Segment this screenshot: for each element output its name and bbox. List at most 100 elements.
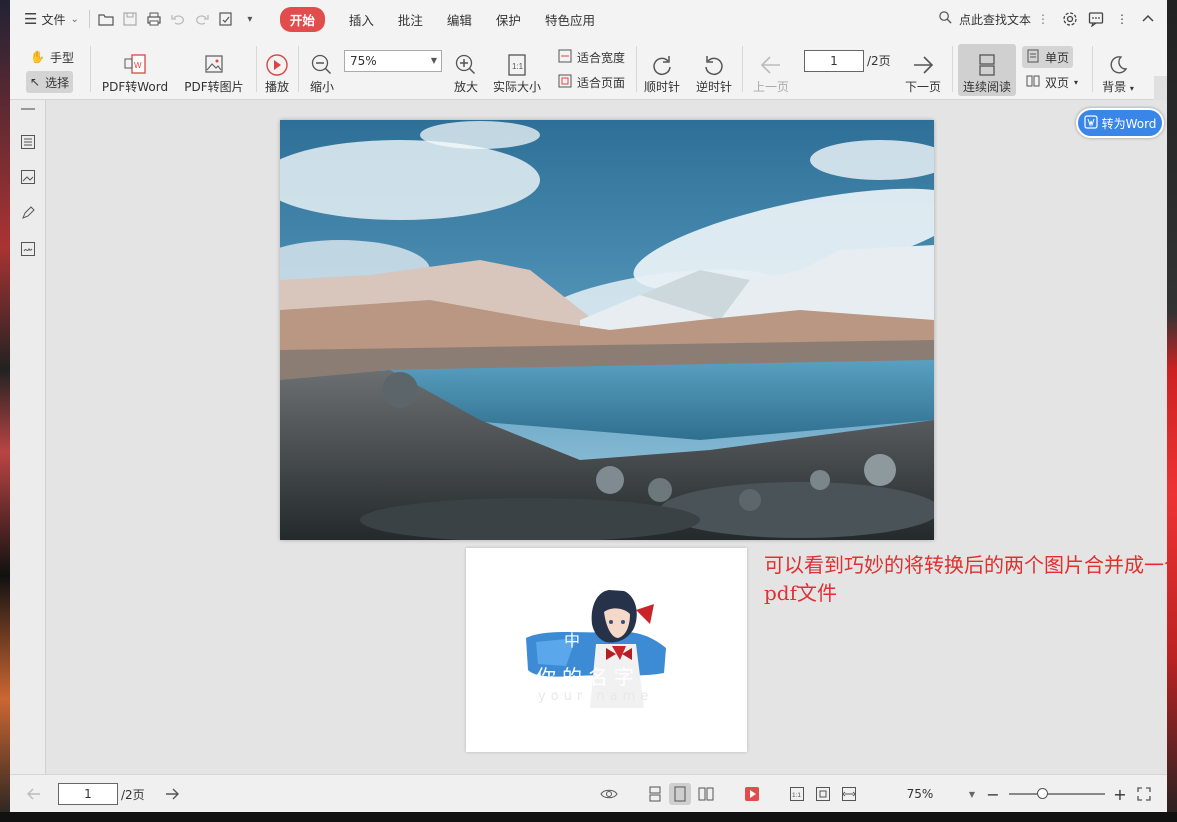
tab-start[interactable]: 开始: [268, 0, 337, 38]
menu-right-group: 点此查找文本 ⋮ ⋮: [930, 0, 1167, 38]
moon-icon: [1107, 52, 1129, 78]
annotation-pen-icon[interactable]: [19, 204, 37, 222]
status-double-page-icon[interactable]: [695, 783, 717, 805]
desktop-edge-right: [1167, 0, 1177, 822]
fit-width-icon: [558, 49, 572, 66]
next-page-button[interactable]: 下一页: [900, 44, 946, 96]
thumbnail-image-icon[interactable]: [19, 168, 37, 186]
status-zoom-dropdown-icon[interactable]: ▼: [966, 775, 978, 812]
hand-tool-button[interactable]: ✋ 手型: [26, 46, 78, 68]
zoom-level-select[interactable]: 75% ▼: [344, 50, 442, 72]
status-fit-page-icon[interactable]: [812, 783, 834, 805]
convert-to-word-button[interactable]: 转为Word: [1076, 108, 1164, 138]
single-page-icon: [1026, 49, 1040, 66]
status-page-input[interactable]: 1: [58, 783, 118, 805]
fit-page-button[interactable]: 适合页面: [554, 71, 629, 93]
status-fit-width-icon[interactable]: [838, 783, 860, 805]
zoom-level-value: 75%: [350, 54, 377, 68]
status-next-page-icon[interactable]: [162, 775, 182, 812]
cursor-arrow-icon: ↖: [30, 75, 41, 89]
double-page-icon: [1026, 74, 1040, 91]
arrow-left-icon: [759, 52, 783, 78]
single-page-button[interactable]: 单页: [1022, 46, 1074, 68]
rotate-counterclockwise-button[interactable]: 逆时针: [694, 44, 734, 96]
export-icon[interactable]: [214, 7, 238, 31]
anime-poster-image: 中 你的名字 your name: [526, 590, 666, 708]
eye-protection-icon[interactable]: [598, 783, 620, 805]
feedback-icon[interactable]: [1083, 0, 1109, 38]
status-continuous-icon[interactable]: [644, 783, 666, 805]
divider: [1092, 46, 1093, 92]
continuous-read-icon: [976, 52, 998, 78]
tab-features[interactable]: 特色应用: [533, 0, 607, 38]
tab-edit[interactable]: 编辑: [435, 0, 484, 38]
settings-gear-icon[interactable]: [1057, 0, 1083, 38]
tab-protect[interactable]: 保护: [484, 0, 533, 38]
svg-text:W: W: [134, 61, 142, 70]
undo-icon[interactable]: [166, 7, 190, 31]
zoom-slider-knob[interactable]: [1037, 788, 1049, 799]
pdf-to-word-button[interactable]: W PDF转Word: [100, 44, 170, 96]
page-number-input[interactable]: 1: [804, 50, 864, 72]
tab-protect-label: 保护: [495, 12, 521, 28]
document-canvas[interactable]: 中 你的名字 your name 可以看到巧妙的将转换后的两个图片合并成一个pd…: [47, 100, 1167, 774]
rotate-clockwise-button[interactable]: 顺时针: [642, 44, 682, 96]
outline-list-icon[interactable]: [19, 133, 37, 151]
find-text-button[interactable]: 点此查找文本 ⋮: [930, 10, 1057, 28]
page-total-label: /2页: [867, 54, 891, 68]
dropdown-arrow-icon: ▾: [1074, 77, 1079, 87]
tab-insert[interactable]: 插入: [337, 0, 386, 38]
svg-text:1:1: 1:1: [512, 62, 524, 71]
zoom-in-button[interactable]: 放大: [448, 44, 484, 96]
arrow-right-icon: [911, 52, 935, 78]
zoom-slider[interactable]: [1009, 788, 1105, 799]
desktop-edge-left: [0, 0, 10, 822]
status-prev-page-icon[interactable]: [24, 775, 44, 812]
prev-page-label: 上一页: [752, 80, 789, 94]
background-button[interactable]: 背景 ▾: [1096, 44, 1140, 96]
signature-icon[interactable]: [19, 240, 37, 258]
collapse-ribbon-icon[interactable]: [1135, 0, 1161, 38]
pdf-to-word-label: PDF转Word: [101, 80, 169, 94]
play-icon: [265, 52, 289, 78]
zoom-in-label: 放大: [453, 80, 478, 94]
select-tool-button[interactable]: ↖ 选择: [26, 71, 74, 93]
sidebar-grip-icon[interactable]: [19, 106, 37, 112]
zoom-plus-icon[interactable]: +: [1111, 775, 1129, 812]
print-icon[interactable]: [142, 7, 166, 31]
fullscreen-icon[interactable]: [1134, 775, 1154, 812]
status-play-icon[interactable]: [741, 783, 763, 805]
file-menu-button[interactable]: ☰ 文件 ⌄: [18, 0, 85, 38]
tab-annotate[interactable]: 批注: [386, 0, 435, 38]
poster-subtitle: your name: [538, 689, 653, 704]
fit-page-label: 适合页面: [577, 75, 626, 90]
more-options-icon[interactable]: ⋮: [1109, 0, 1135, 38]
taskbar-edge: [0, 812, 1177, 822]
ribbon-toolbar: ✋ 手型 ↖ 选择 W PDF转Word PDF转图片 播放 缩小 75% ▼ …: [10, 38, 1167, 138]
continuous-read-button[interactable]: 连续阅读: [958, 44, 1016, 96]
status-single-page-icon[interactable]: [669, 783, 691, 805]
zoom-out-icon: [310, 52, 334, 78]
hamburger-icon: ☰: [24, 10, 38, 28]
redo-icon[interactable]: [190, 7, 214, 31]
prev-page-button[interactable]: 上一页: [748, 44, 794, 96]
pdf-to-image-button[interactable]: PDF转图片: [182, 44, 246, 96]
zoom-in-icon: [454, 52, 478, 78]
zoom-minus-icon[interactable]: −: [984, 775, 1002, 812]
rotate-counterclockwise-label: 逆时针: [695, 80, 732, 94]
zoom-out-button[interactable]: 缩小: [304, 44, 340, 96]
save-icon[interactable]: [118, 7, 142, 31]
fit-width-button[interactable]: 适合宽度: [554, 46, 629, 68]
single-page-label: 单页: [1045, 50, 1070, 65]
double-page-button[interactable]: 双页 ▾: [1022, 71, 1082, 93]
status-actual-size-icon[interactable]: 1:1: [786, 783, 808, 805]
status-zoom-value[interactable]: 75%: [898, 775, 942, 812]
open-folder-icon[interactable]: [94, 7, 118, 31]
quick-access-dropdown-icon[interactable]: ▾: [238, 7, 262, 31]
pdf-page-anime-poster: 中 你的名字 your name: [466, 548, 747, 752]
play-button[interactable]: 播放: [260, 44, 294, 96]
status-page-total: /2页: [121, 787, 145, 802]
zoom-out-label: 缩小: [309, 80, 334, 94]
actual-size-button[interactable]: 1:1 实际大小: [490, 44, 544, 96]
landscape-photo: [280, 120, 934, 540]
